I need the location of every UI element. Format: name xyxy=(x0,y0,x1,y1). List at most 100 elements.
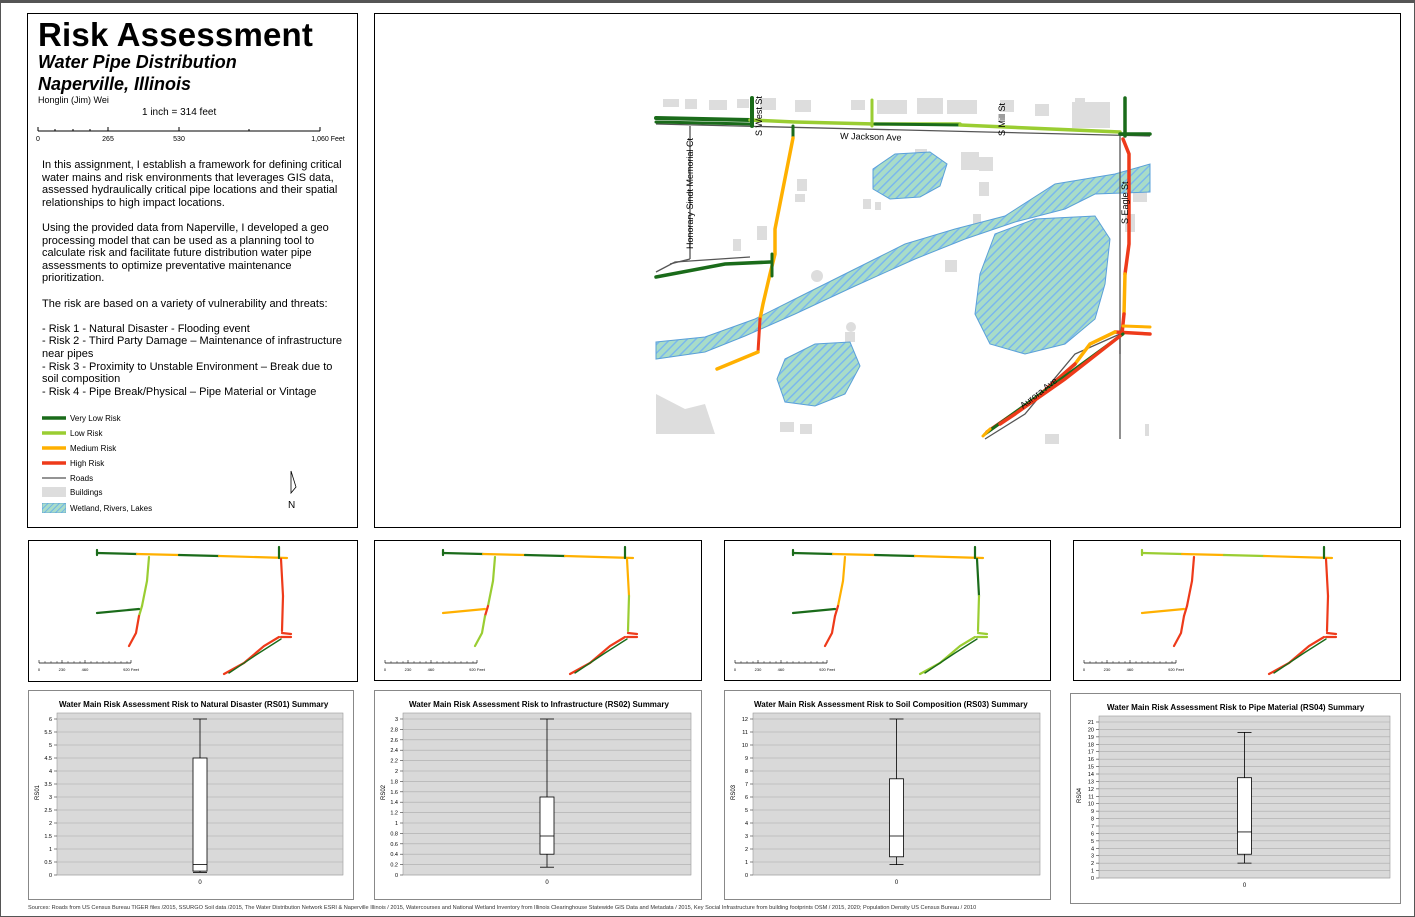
pipe-segment xyxy=(1324,557,1330,598)
box-iqr xyxy=(1237,777,1252,855)
y-tick-label: 8 xyxy=(1091,817,1094,823)
y-tick-label: 0 xyxy=(49,873,52,879)
y-tick-label: 0.4 xyxy=(390,852,398,858)
risk-item-3: - Risk 3 - Proximity to Unstable Environ… xyxy=(42,360,333,386)
y-tick-label: 5 xyxy=(1091,839,1094,845)
pipe-segment xyxy=(473,614,487,648)
main-map-frame: W Jackson Ave S West St S Mill St S Eagl… xyxy=(374,13,1401,528)
pipe-segment xyxy=(1172,614,1186,648)
box-iqr xyxy=(539,796,555,855)
box-chart-rs03: 0123456789101112RS030 xyxy=(731,712,1041,886)
pipe-segment xyxy=(95,551,139,556)
very-low-risk-symbol xyxy=(42,416,66,420)
y-tick-label: 18 xyxy=(1088,742,1094,748)
y-tick-label: 2 xyxy=(745,847,748,853)
water-hatch-symbol xyxy=(42,503,66,513)
mini-scale-tick: 230 xyxy=(59,667,66,672)
pipe-segment xyxy=(1180,552,1226,557)
pipe-segment xyxy=(823,614,837,648)
y-tick-label: 4.5 xyxy=(44,756,52,762)
pipe-segment xyxy=(1262,554,1334,560)
y-tick-label: 10 xyxy=(1088,802,1094,808)
risk-item-4: - Risk 4 - Pipe Break/Physical – Pipe Ma… xyxy=(42,385,317,398)
north-label: N xyxy=(288,500,295,511)
box-chart-rs02: 0 0.2 0.4 0.6 0.8 1 1.2 1.4 1.6 1.8 2 2.2 2.4 2.6 2.8 3… xyxy=(381,712,692,886)
x-tick-label: 0 xyxy=(545,880,549,886)
pipe-segment xyxy=(222,635,281,676)
y-tick-label: 3.5 xyxy=(44,782,52,788)
pipe-segment xyxy=(563,554,635,560)
mini-scale-bar: 0 230 460 920 Feet xyxy=(734,660,836,672)
y-tick-label: 6 xyxy=(49,717,52,723)
y-tick-label: 0 xyxy=(395,873,398,879)
pipe-segment xyxy=(574,638,628,674)
mini-scale-tick: 230 xyxy=(405,667,412,672)
legend-label: Low Risk xyxy=(70,428,103,438)
pipe-segment xyxy=(135,552,181,557)
y-axis-label: RS01 xyxy=(35,784,41,800)
west-st-label: S West St xyxy=(754,96,764,136)
author-name: Honglin (Jim) Wei xyxy=(38,95,109,105)
legend-label: Wetland, Rivers, Lakes xyxy=(70,503,153,513)
mini-scale-tick: 460 xyxy=(82,667,89,672)
road-symbol xyxy=(42,477,66,479)
y-tick-label: 1 xyxy=(395,821,398,827)
y-axis-label: RS04 xyxy=(1077,787,1083,803)
pipe-segment xyxy=(1140,551,1184,556)
scale-tick-1: 265 xyxy=(102,136,114,143)
y-tick-label: 0 xyxy=(745,873,748,879)
legend-label: Medium Risk xyxy=(70,443,117,453)
mini-scale-bar: 0 230 460 920 Feet xyxy=(38,660,140,672)
y-tick-label: 2.5 xyxy=(44,808,52,814)
y-tick-label: 10 xyxy=(742,743,748,749)
y-tick-label: 6 xyxy=(745,795,748,801)
eagle-st-label: S Eagle St xyxy=(1120,181,1130,224)
scale-tick-3: 1,060 Feet xyxy=(311,136,345,143)
scale-tick-2: 530 xyxy=(173,136,185,143)
mini-map-rs03: 0 230 460 920 Feet xyxy=(724,540,1051,681)
y-tick-label: 0.5 xyxy=(44,860,52,866)
pipe-network xyxy=(95,545,293,676)
pipe-segment xyxy=(441,607,487,615)
main-map: W Jackson Ave S West St S Mill St S Eagl… xyxy=(654,96,1152,444)
y-tick-label: 2.2 xyxy=(390,759,398,765)
y-tick-label: 4 xyxy=(745,821,748,827)
scale-tick-0: 0 xyxy=(36,136,40,143)
sources-note: Sources: Roads from US Census Bureau TIG… xyxy=(28,905,977,911)
legend-low-risk: Low Risk xyxy=(42,427,102,439)
mini-scale-tick: 0 xyxy=(1083,667,1086,672)
mini-scale-tick: 920 Feet xyxy=(1168,667,1185,672)
y-tick-label: 2.6 xyxy=(390,738,398,744)
chart-panel-rs02: Water Main Risk Assessment Risk to Infra… xyxy=(374,690,702,900)
y-tick-label: 11 xyxy=(1088,794,1094,800)
y-tick-label: 1 xyxy=(745,860,748,866)
y-tick-label: 1.2 xyxy=(390,811,398,817)
legend-label: High Risk xyxy=(70,458,105,468)
legend-label: Very Low Risk xyxy=(70,413,121,423)
y-tick-label: 5 xyxy=(49,743,52,749)
pipe-segment xyxy=(1222,553,1266,558)
chart-panel-rs04: Water Main Risk Assessment Risk to Pipe … xyxy=(1070,693,1401,904)
pipe-segment xyxy=(1185,555,1196,608)
description: In this assignment, I establish a framew… xyxy=(42,159,342,398)
y-tick-label: 1.6 xyxy=(390,790,398,796)
mini-scale-tick: 0 xyxy=(734,667,737,672)
pipe-segment xyxy=(279,557,285,598)
y-axis-label: RS03 xyxy=(731,784,737,800)
x-tick-label: 0 xyxy=(198,880,202,886)
mini-scale-bar: 0 230 460 920 Feet xyxy=(1083,660,1185,672)
y-tick-label: 0.6 xyxy=(390,842,398,848)
pipe-network xyxy=(441,545,639,676)
pipe-segment xyxy=(280,594,285,633)
mini-scale-tick: 460 xyxy=(778,667,785,672)
y-tick-label: 4 xyxy=(49,769,52,775)
box-chart-rs04: 0123456789101112131415161718192021RS040 xyxy=(1077,715,1391,889)
y-tick-label: 1.4 xyxy=(390,800,398,806)
pipe-segment xyxy=(177,553,221,558)
y-tick-label: 21 xyxy=(1088,720,1094,726)
pipe-segment xyxy=(568,635,627,676)
pipe-segment xyxy=(836,555,847,608)
pipe-segment xyxy=(625,557,631,598)
mini-scale-tick: 0 xyxy=(38,667,41,672)
mini-scale-bar: 0 230 460 920 Feet xyxy=(384,660,486,672)
